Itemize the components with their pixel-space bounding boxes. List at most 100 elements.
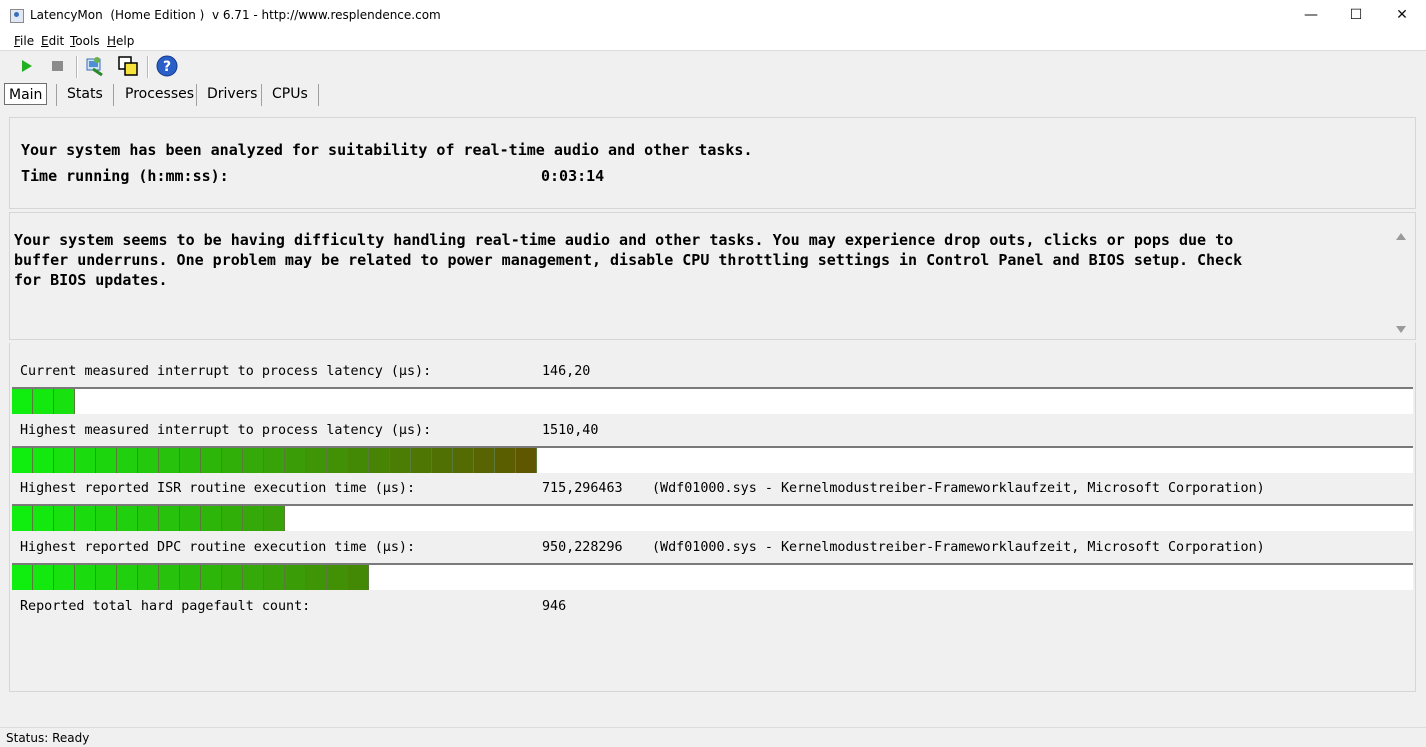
play-icon — [22, 60, 32, 72]
tab-separator — [56, 84, 57, 106]
bar-segment — [327, 448, 348, 473]
bar-segment — [138, 448, 159, 473]
bar-segment — [516, 448, 537, 473]
bar-segment — [264, 506, 285, 531]
bar-segment — [348, 448, 369, 473]
bar-segment — [243, 565, 264, 590]
bar-segment — [264, 565, 285, 590]
tab-stats[interactable]: Stats — [67, 83, 103, 105]
bar-segment — [222, 565, 243, 590]
bar-segment — [432, 448, 453, 473]
bar-segment — [33, 389, 54, 414]
close-button[interactable]: ✕ — [1379, 0, 1425, 32]
bar-segment — [348, 565, 369, 590]
pagefault-value: 946 — [542, 599, 567, 614]
bar-segment — [327, 565, 348, 590]
start-monitor-button[interactable] — [15, 55, 37, 77]
bar-segment — [159, 448, 180, 473]
latency-bar — [12, 563, 1413, 590]
latency-bar — [12, 446, 1413, 473]
bar-segment — [117, 506, 138, 531]
bar-segment — [138, 506, 159, 531]
title-bar: LatencyMon (Home Edition ) v 6.71 - http… — [0, 0, 1426, 32]
menu-help[interactable]: Help — [107, 34, 134, 48]
status-bar: Status: Ready — [0, 727, 1426, 747]
tab-separator — [113, 84, 114, 106]
bar-segment — [54, 448, 75, 473]
bar-segment — [201, 506, 222, 531]
analysis-headline: Your system has been analyzed for suitab… — [21, 141, 753, 159]
bar-segment — [285, 565, 306, 590]
menu-bar: File Edit Tools Help — [0, 32, 1426, 51]
bar-fill — [12, 448, 537, 473]
bar-segment — [33, 506, 54, 531]
tab-separator — [261, 84, 262, 106]
bar-segment — [33, 448, 54, 473]
minimize-button[interactable]: — — [1288, 0, 1334, 32]
bar-segment — [159, 565, 180, 590]
system-info-icon — [86, 57, 103, 77]
bar-segment — [306, 565, 327, 590]
bar-segment — [453, 448, 474, 473]
menu-tools[interactable]: Tools — [70, 34, 100, 48]
stop-icon — [52, 61, 63, 71]
verdict-message-line: for BIOS updates. — [14, 271, 168, 289]
bar-segment — [474, 448, 495, 473]
bar-segment — [117, 448, 138, 473]
bar-segment — [285, 448, 306, 473]
tab-cpus[interactable]: CPUs — [272, 83, 308, 105]
bar-segment — [54, 389, 75, 414]
tab-separator — [318, 84, 319, 106]
svg-text:?: ? — [163, 59, 171, 75]
metric-label: Highest measured interrupt to process la… — [20, 423, 432, 438]
bar-segment — [264, 448, 285, 473]
windows-button[interactable] — [117, 55, 139, 77]
verdict-message-line: buffer underruns. One problem may be rel… — [14, 251, 1243, 269]
help-icon: ? — [156, 55, 178, 77]
latency-bar — [12, 504, 1413, 531]
maximize-button[interactable]: ☐ — [1333, 0, 1379, 32]
toolbar-separator — [76, 56, 78, 78]
summary-panel: Your system has been analyzed for suitab… — [9, 117, 1416, 209]
bar-segment — [75, 448, 96, 473]
bar-segment — [180, 506, 201, 531]
toolbar-separator — [147, 56, 149, 78]
bar-segment — [222, 506, 243, 531]
bar-segment — [201, 448, 222, 473]
tab-separator — [196, 84, 197, 106]
tab-processes[interactable]: Processes — [125, 83, 194, 105]
tab-bar: Main Stats Processes Drivers CPUs — [0, 81, 1426, 109]
tab-main[interactable]: Main — [4, 83, 48, 105]
metric-label: Highest reported ISR routine execution t… — [20, 481, 416, 496]
verdict-message-panel: Your system seems to be having difficult… — [9, 212, 1416, 340]
bar-segment — [117, 565, 138, 590]
bar-fill — [12, 565, 369, 590]
bar-segment — [390, 448, 411, 473]
bar-segment — [75, 506, 96, 531]
help-button[interactable]: ? — [156, 55, 178, 77]
bar-segment — [12, 565, 33, 590]
toolbar: ? — [0, 51, 1426, 81]
bar-segment — [12, 448, 33, 473]
status-text: Status: Ready — [6, 731, 90, 745]
menu-edit[interactable]: Edit — [41, 34, 64, 48]
metric-label: Highest reported DPC routine execution t… — [20, 540, 416, 555]
scroll-down-arrow[interactable] — [1396, 326, 1406, 333]
bar-segment — [201, 565, 222, 590]
time-running-value: 0:03:14 — [541, 167, 605, 185]
bar-segment — [222, 448, 243, 473]
bar-segment — [96, 506, 117, 531]
metric-driver-detail: (Wdf01000.sys - Kernelmodustreiber-Frame… — [652, 540, 1265, 555]
latency-bar — [12, 387, 1413, 414]
system-info-button[interactable] — [84, 55, 106, 77]
tab-drivers[interactable]: Drivers — [207, 83, 257, 105]
bar-segment — [54, 506, 75, 531]
menu-file[interactable]: File — [14, 34, 34, 48]
stop-monitor-button[interactable] — [47, 55, 69, 77]
verdict-message-line: Your system seems to be having difficult… — [14, 231, 1234, 249]
scroll-up-arrow[interactable] — [1396, 233, 1406, 240]
app-icon — [10, 9, 24, 23]
metric-value: 950,228296 — [542, 540, 623, 555]
bar-segment — [96, 448, 117, 473]
bar-fill — [12, 389, 75, 414]
